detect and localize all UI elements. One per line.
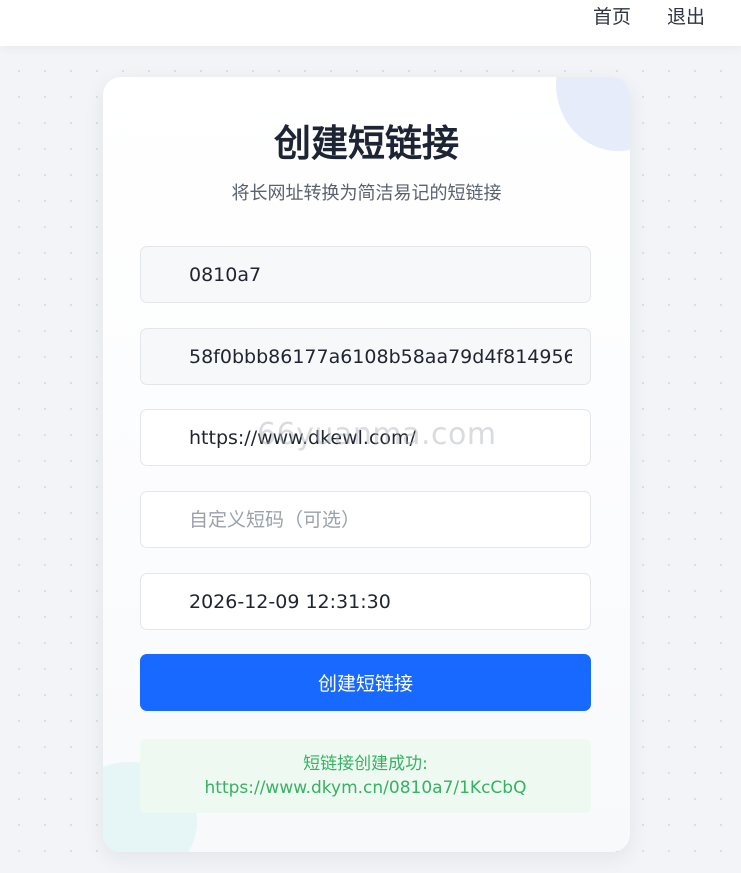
nav-logout-link[interactable]: 退出 [667,5,705,29]
watermark-text: 66yuanma.com [257,417,497,452]
expire-time-input[interactable] [140,573,591,630]
create-link-button[interactable]: 创建短链接 [140,654,591,711]
key-input[interactable] [140,328,591,385]
custom-code-input[interactable] [140,491,591,548]
page-title: 创建短链接 [274,122,459,165]
create-link-card: 创建短链接 将长网址转换为简洁易记的短链接 创建短链接 短链接创建成功: htt… [103,77,630,852]
top-nav-bar: 首页 退出 [0,0,741,46]
nav-home-link[interactable]: 首页 [593,5,631,29]
short-link-result[interactable]: https://www.dkym.cn/0810a7/1KcCbQ [140,776,591,800]
success-message: 短链接创建成功: https://www.dkym.cn/0810a7/1KcC… [140,739,591,813]
success-message-text: 短链接创建成功: [303,754,428,774]
id-input[interactable] [140,246,591,303]
page-subtitle: 将长网址转换为简洁易记的短链接 [231,183,502,204]
